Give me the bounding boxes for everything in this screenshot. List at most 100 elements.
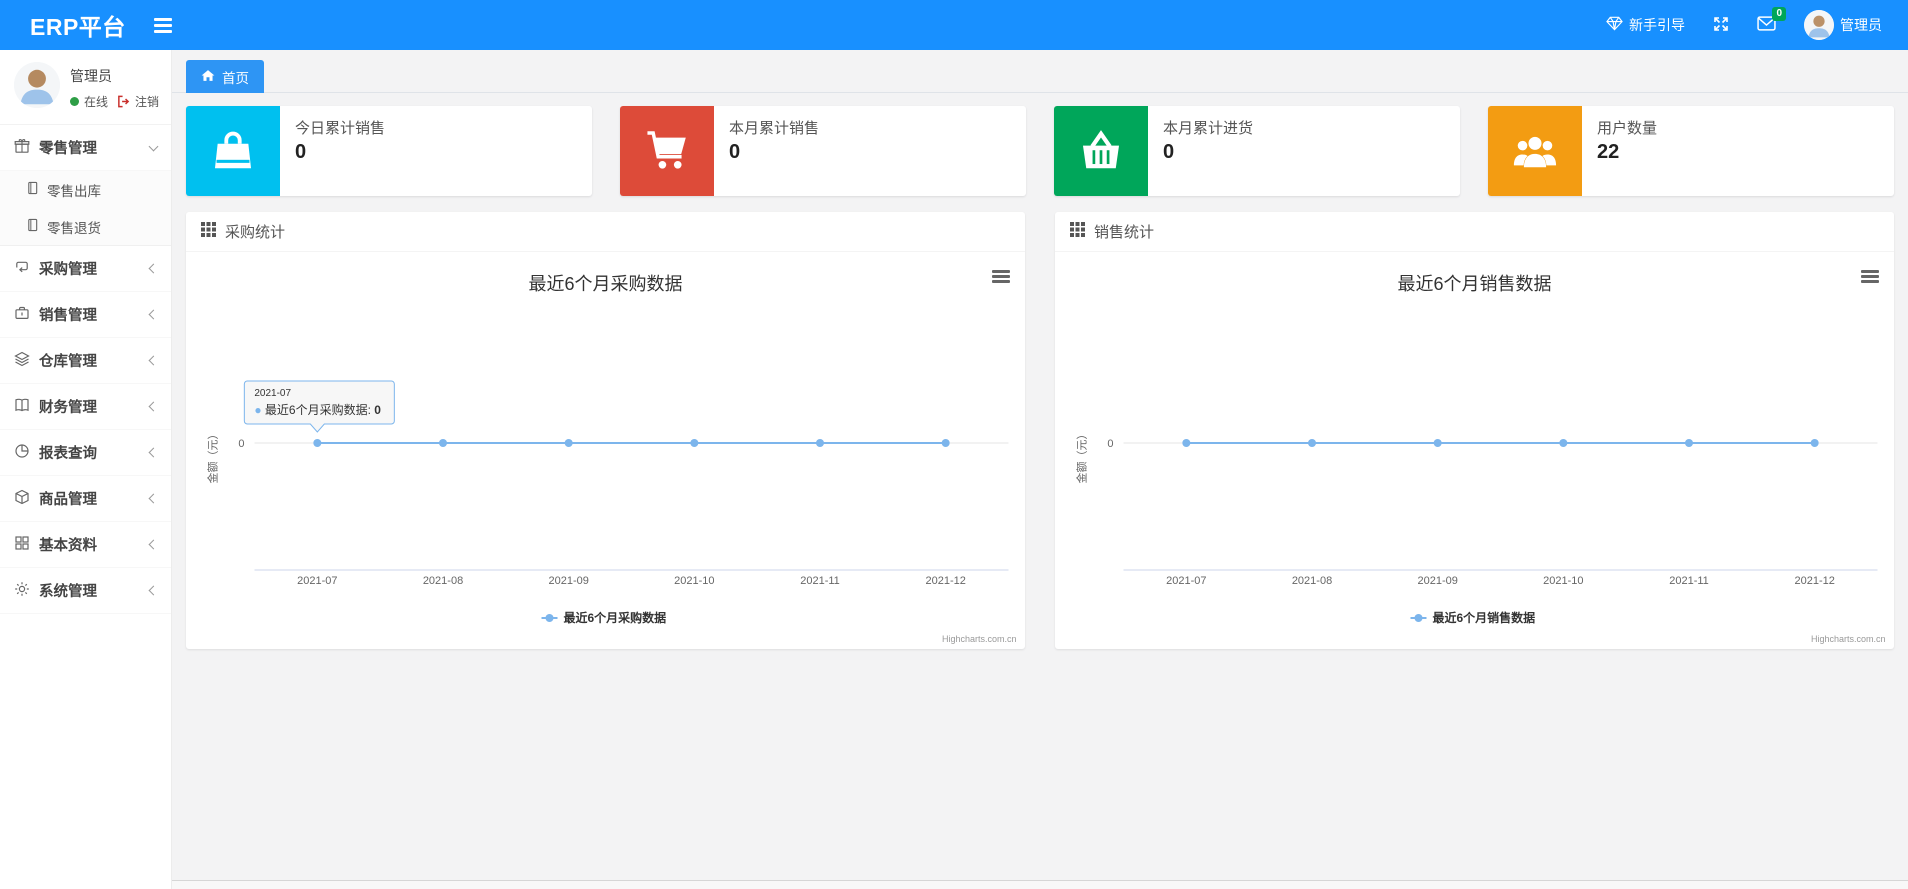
sign-out-icon <box>117 95 130 108</box>
svg-text:2021-07: 2021-07 <box>1166 575 1206 587</box>
chart-context-menu-button[interactable] <box>992 270 1010 283</box>
mail-badge: 0 <box>1772 7 1786 21</box>
guide-button[interactable]: 新手引导 <box>1606 15 1685 35</box>
svg-text:2021-09: 2021-09 <box>1417 575 1457 587</box>
svg-text:0: 0 <box>1107 438 1113 450</box>
chevron-left-icon <box>148 493 159 504</box>
fullscreen-button[interactable] <box>1713 16 1729 35</box>
th-grid-icon <box>201 222 216 241</box>
svg-text:2021-12: 2021-12 <box>925 575 965 587</box>
stat-value: 0 <box>729 141 741 163</box>
chevron-left-icon <box>148 355 159 366</box>
stat-card-today-sales: 今日累计销售 0 <box>186 106 592 196</box>
panel-title: 销售统计 <box>1094 224 1155 241</box>
shopping-basket-icon <box>1054 106 1148 196</box>
purchase-line-chart: 最近6个月采购数据 0 金额（元） 2021-07 2021-08 2021-09 2021… <box>186 252 1025 648</box>
messages-button[interactable]: 0 <box>1757 7 1786 34</box>
svg-text:2021-07: 2021-07 <box>297 575 337 587</box>
menu-item-retail-outbound[interactable]: 零售出库 <box>0 171 171 208</box>
menu-item-products[interactable]: 商品管理 <box>0 476 171 522</box>
layers-icon <box>14 351 30 371</box>
shopping-bag-icon <box>186 106 280 196</box>
svg-text:最近6个月销售数据: 最近6个月销售数据 <box>1397 274 1551 294</box>
submenu-label: 零售退货 <box>47 220 101 236</box>
svg-text:最近6个月采购数据: 最近6个月采购数据 <box>564 610 667 625</box>
gear-icon <box>14 581 30 601</box>
footer-divider <box>172 880 1908 889</box>
svg-text:2021-08: 2021-08 <box>1292 575 1332 587</box>
th-grid-icon <box>1070 222 1085 241</box>
users-icon <box>1488 106 1582 196</box>
tab-home[interactable]: 首页 <box>186 60 264 93</box>
menu-label: 仓库管理 <box>39 354 97 370</box>
online-status-label: 在线 <box>83 95 108 109</box>
sidebar-menu: 零售管理 零售出库 零售退货 采购管理 销售管理 仓库管理 财务管理 报表查询 … <box>0 124 171 614</box>
svg-text:2021-10: 2021-10 <box>1543 575 1583 587</box>
chart-context-menu-button[interactable] <box>1861 270 1879 283</box>
svg-text:0: 0 <box>238 438 244 450</box>
svg-text:2021-10: 2021-10 <box>674 575 714 587</box>
home-icon <box>201 69 215 85</box>
profile-avatar <box>14 62 60 108</box>
svg-text:Highcharts.com.cn: Highcharts.com.cn <box>942 634 1017 644</box>
briefcase-icon <box>14 305 30 325</box>
submenu-label: 零售出库 <box>47 183 101 199</box>
purchase-stats-panel: 采购统计 最近6个月采购数据 0 金额（元） 2021-07 2021-08 2021-0… <box>186 212 1025 649</box>
tab-home-label: 首页 <box>222 70 249 86</box>
menu-label: 零售管理 <box>39 141 97 157</box>
tab-bar: 首页 <box>172 50 1908 93</box>
stat-card-user-count: 用户数量 22 <box>1488 106 1894 196</box>
user-menu[interactable]: 管理员 <box>1804 10 1882 40</box>
open-book-icon <box>14 397 30 417</box>
svg-text:最近6个月销售数据: 最近6个月销售数据 <box>1433 610 1536 625</box>
logout-link[interactable]: 注销 <box>135 93 159 110</box>
menu-label: 财务管理 <box>39 400 97 416</box>
menu-label: 报表查询 <box>39 446 97 462</box>
menu-label: 销售管理 <box>39 308 97 324</box>
menu-item-system[interactable]: 系统管理 <box>0 568 171 614</box>
svg-text:Highcharts.com.cn: Highcharts.com.cn <box>1811 634 1886 644</box>
main-content: 首页 今日累计销售 0 本月累计销售 0 本月累计进货 0 用户数量 22 采购… <box>172 50 1908 889</box>
menu-item-basic-data[interactable]: 基本资料 <box>0 522 171 568</box>
menu-item-warehouse[interactable]: 仓库管理 <box>0 338 171 384</box>
menu-item-retail[interactable]: 零售管理 <box>0 125 171 171</box>
stat-value: 0 <box>295 141 307 163</box>
svg-text:2021-11: 2021-11 <box>800 575 840 587</box>
chart-panels-row: 采购统计 最近6个月采购数据 0 金额（元） 2021-07 2021-08 2021-0… <box>186 212 1894 649</box>
panel-title: 采购统计 <box>225 224 286 241</box>
chevron-left-icon <box>148 585 159 596</box>
expand-arrows-icon <box>1713 16 1729 35</box>
sidebar-toggle-button[interactable] <box>153 17 172 33</box>
app-brand: ERP平台 <box>30 14 126 40</box>
menu-item-reports[interactable]: 报表查询 <box>0 430 171 476</box>
menu-label: 基本资料 <box>39 538 97 554</box>
menu-label: 商品管理 <box>39 492 97 508</box>
sidebar-profile: 管理员 在线 注销 <box>0 50 171 124</box>
stat-cards-row: 今日累计销售 0 本月累计销售 0 本月累计进货 0 用户数量 22 <box>186 106 1894 196</box>
profile-name: 管理员 <box>69 68 112 84</box>
svg-text:2021-08: 2021-08 <box>423 575 463 587</box>
stat-label: 本月累计销售 <box>729 120 820 137</box>
menu-item-retail-return[interactable]: 零售退货 <box>0 208 171 245</box>
stat-card-month-purchase: 本月累计进货 0 <box>1054 106 1460 196</box>
svg-text:最近6个月采购数据: 最近6个月采购数据 <box>528 274 682 294</box>
menu-item-purchase[interactable]: 采购管理 <box>0 246 171 292</box>
stat-label: 今日累计销售 <box>295 120 386 137</box>
svg-text:● 最近6个月采购数据: 0: ● 最近6个月采购数据: 0 <box>254 402 381 417</box>
svg-text:2021-11: 2021-11 <box>1669 575 1709 587</box>
menu-item-sales[interactable]: 销售管理 <box>0 292 171 338</box>
menu-item-finance[interactable]: 财务管理 <box>0 384 171 430</box>
gem-icon <box>1606 16 1623 34</box>
retail-submenu: 零售出库 零售退货 <box>0 171 171 246</box>
stat-value: 0 <box>1163 141 1175 163</box>
stat-label: 用户数量 <box>1597 120 1658 137</box>
sales-line-chart: 最近6个月销售数据 0 金额（元） 2021-07 2021-08 2021-09 2021… <box>1055 252 1894 648</box>
chevron-left-icon <box>148 539 159 550</box>
document-icon <box>26 181 39 198</box>
online-status-icon <box>69 97 79 106</box>
chevron-left-icon <box>148 447 159 458</box>
chevron-left-icon <box>148 263 159 274</box>
svg-text:金额（元）: 金额（元） <box>206 429 220 484</box>
grid-icon <box>14 535 30 555</box>
stat-card-month-sales: 本月累计销售 0 <box>620 106 1026 196</box>
